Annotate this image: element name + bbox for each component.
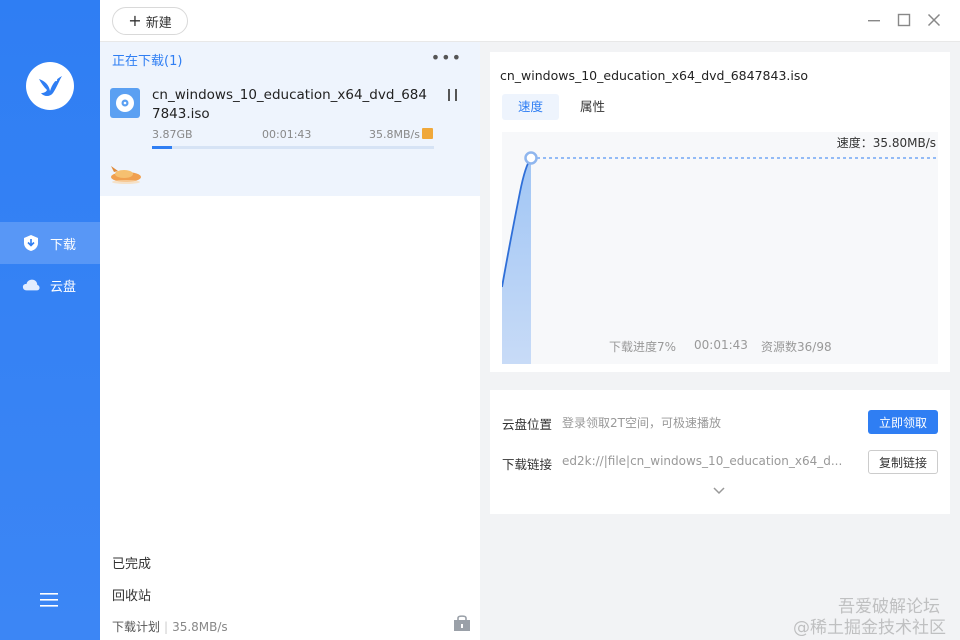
maximize-icon[interactable] [896,12,912,28]
side-nav: 下载 云盘 [0,0,100,640]
completed-link[interactable]: 已完成 [112,553,151,572]
chevron-down-icon[interactable] [712,486,726,496]
cloud-location-text: 登录领取2T空间，可极速播放 [562,416,721,430]
lock-icon[interactable] [452,614,472,632]
nav-item-label: 下载 [50,237,77,253]
app-logo [26,62,74,110]
detail-file-name: cn_windows_10_education_x64_dvd_6847843.… [500,68,809,83]
pause-icon[interactable] [446,88,460,104]
downloading-section-header: 正在下载(1) ••• [100,42,480,74]
mascot-icon [111,166,141,184]
download-list-panel: 正在下载(1) ••• cn_windows_10_education_x64_… [100,0,480,640]
close-icon[interactable] [926,12,942,28]
download-link-label: 下载链接 [502,457,553,472]
plan-label: 下载计划 [112,620,161,634]
cloud-location-label: 云盘位置 [502,417,553,432]
cloud-icon [22,276,40,294]
minimize-icon[interactable] [866,12,882,28]
new-task-button[interactable]: + 新建 [112,7,188,35]
source-count: 资源数36/98 [761,340,832,354]
download-plan[interactable]: 下载计划 | 35.8MB/s [112,618,228,635]
plus-icon: + [128,11,142,30]
plan-speed: 35.8MB/s [172,620,228,634]
tab-properties[interactable]: 属性 [564,94,621,120]
progress-text: 下载进度7% [609,340,677,354]
elapsed-time: 00:01:43 [694,338,748,352]
task-file-name: cn_windows_10_education_x64_dvd_6847843.… [152,87,427,122]
speed-chart-svg [502,151,938,364]
speed-chart: 速度：35.80MB/s 下载进度7% 00:01:43 资源数36/98 [502,132,938,364]
menu-icon[interactable] [39,592,59,608]
current-speed-point [524,151,538,165]
copy-link-button[interactable]: 复制链接 [868,450,938,474]
top-bar: + 新建 [100,0,960,42]
bird-logo-icon [39,76,62,96]
nav-item-cloud[interactable]: 云盘 [0,264,100,306]
download-link-text[interactable]: ed2k://|file|cn_windows_10_education_x64… [562,454,858,468]
download-shield-icon [22,234,40,252]
cloud-link-card: 云盘位置 登录领取2T空间，可极速播放 立即领取 下载链接 ed2k://|fi… [490,390,950,514]
nav-item-download[interactable]: 下载 [0,222,100,264]
task-elapsed: 00:01:43 [262,128,312,141]
turbo-boost-icon[interactable] [422,128,433,139]
task-speed: 35.8MB/s [369,128,420,141]
current-speed-label: 速度：35.80MB/s [836,136,936,150]
task-row[interactable]: cn_windows_10_education_x64_dvd_6847843.… [100,74,480,196]
task-progress-fill [152,146,172,149]
tab-speed[interactable]: 速度 [502,94,560,120]
speed-detail-card: cn_windows_10_education_x64_dvd_6847843.… [490,52,950,372]
task-progress-bar [152,146,434,149]
recycle-bin-link[interactable]: 回收站 [112,585,151,604]
watermark-juejin: @稀土掘金技术社区 [793,618,946,638]
nav-item-label: 云盘 [50,279,77,295]
new-task-label: 新建 [145,15,172,31]
more-options-icon[interactable]: ••• [431,48,462,67]
task-size: 3.87GB [152,128,193,141]
claim-space-button[interactable]: 立即领取 [868,410,938,434]
downloading-title[interactable]: 正在下载(1) [112,50,182,69]
disc-file-icon [110,88,140,118]
